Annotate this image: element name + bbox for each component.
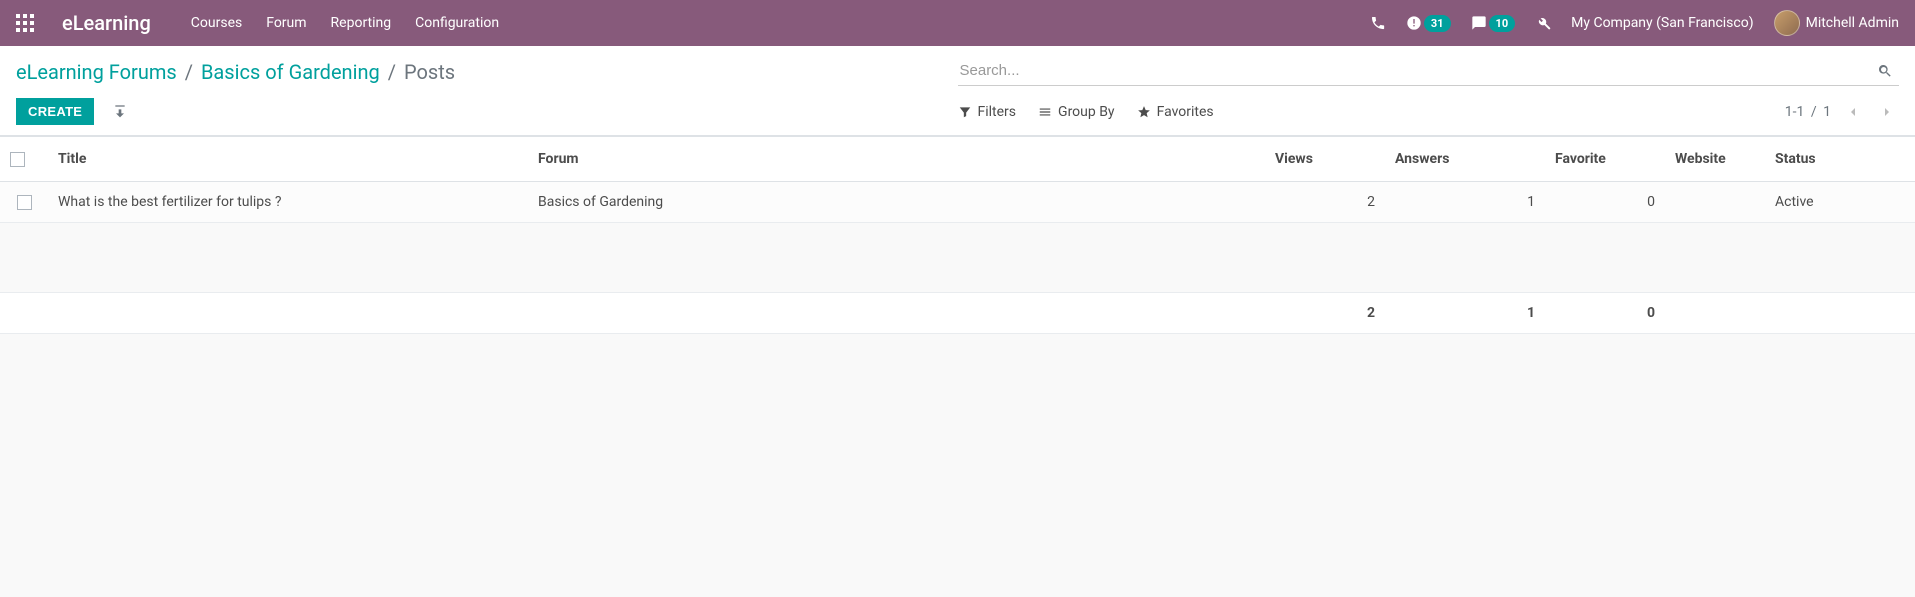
breadcrumb-forums[interactable]: eLearning Forums [16,60,177,84]
list-icon [1038,104,1052,120]
table-totals-row: 2 1 0 [0,293,1915,334]
col-header-favorite[interactable]: Favorite [1545,137,1665,182]
pager-range[interactable]: 1-1 / 1 [1785,104,1831,120]
search-wrap [958,58,1900,86]
posts-table: Title Forum Views Answers Favorite Websi… [0,136,1915,334]
cell-title[interactable]: What is the best fertilizer for tulips ? [48,182,528,223]
groupby-button[interactable]: Group By [1038,104,1115,120]
total-favorite: 0 [1545,293,1665,334]
col-header-answers[interactable]: Answers [1385,137,1545,182]
cell-answers[interactable]: 1 [1385,182,1545,223]
col-header-website[interactable]: Website [1665,137,1765,182]
main-menu: Courses Forum Reporting Configuration [191,15,499,31]
cell-favorite[interactable]: 0 [1545,182,1665,223]
select-all-checkbox[interactable] [10,152,25,167]
menu-reporting[interactable]: Reporting [331,15,392,31]
tools-icon[interactable] [1535,15,1551,31]
table-header-row: Title Forum Views Answers Favorite Websi… [0,137,1915,182]
col-header-status[interactable]: Status [1765,137,1915,182]
company-selector[interactable]: My Company (San Francisco) [1571,15,1753,31]
pager-next[interactable] [1875,101,1899,122]
col-header-checkbox [0,137,48,182]
activity-badge: 31 [1424,15,1451,32]
messages-icon[interactable]: 10 [1471,15,1516,32]
below-spacer [0,334,1915,454]
filters-button[interactable]: Filters [958,104,1017,120]
table-spacer [0,223,1915,293]
cell-forum[interactable]: Basics of Gardening [528,182,1265,223]
funnel-icon [958,104,972,120]
favorites-button[interactable]: Favorites [1137,104,1214,120]
row-checkbox-cell [0,182,48,223]
favorites-label: Favorites [1157,104,1214,120]
top-navbar: eLearning Courses Forum Reporting Config… [0,0,1915,46]
navbar-right: 31 10 My Company (San Francisco) Mitchel… [1370,10,1899,36]
pager: 1-1 / 1 [1785,101,1899,122]
search-icon[interactable] [1871,58,1899,82]
pager-sep: / [1811,104,1817,120]
activity-icon[interactable]: 31 [1406,15,1451,32]
app-name[interactable]: eLearning [62,11,151,35]
cell-website[interactable] [1665,182,1765,223]
breadcrumb: eLearning Forums / Basics of Gardening /… [16,60,455,84]
control-panel: eLearning Forums / Basics of Gardening /… [0,46,1915,136]
breadcrumb-basics[interactable]: Basics of Gardening [201,60,380,84]
phone-icon[interactable] [1370,15,1386,31]
total-views: 2 [1265,293,1385,334]
user-menu[interactable]: Mitchell Admin [1774,10,1899,36]
company-name: My Company (San Francisco) [1571,15,1753,31]
pager-range-text: 1-1 [1785,104,1805,120]
breadcrumb-sep: / [388,60,396,84]
import-button[interactable] [106,102,134,121]
avatar [1774,10,1800,36]
groupby-label: Group By [1058,104,1115,120]
pager-total: 1 [1823,104,1831,120]
cell-views[interactable]: 2 [1265,182,1385,223]
menu-configuration[interactable]: Configuration [415,15,499,31]
col-header-views[interactable]: Views [1265,137,1385,182]
menu-courses[interactable]: Courses [191,15,242,31]
col-header-forum[interactable]: Forum [528,137,1265,182]
table-row[interactable]: What is the best fertilizer for tulips ?… [0,182,1915,223]
breadcrumb-current: Posts [404,60,455,84]
star-icon [1137,104,1151,120]
cell-status[interactable]: Active [1765,182,1915,223]
col-header-title[interactable]: Title [48,137,528,182]
filter-bar: Filters Group By Favorites 1-1 / 1 [958,101,1900,122]
row-checkbox[interactable] [17,195,32,210]
user-name: Mitchell Admin [1806,15,1899,31]
download-icon [112,103,128,119]
total-answers: 1 [1385,293,1545,334]
filters-label: Filters [978,104,1017,120]
apps-menu-icon[interactable] [16,14,34,32]
menu-forum[interactable]: Forum [266,15,306,31]
search-input[interactable] [958,58,1872,83]
breadcrumb-sep: / [185,60,193,84]
create-button[interactable]: CREATE [16,98,94,125]
pager-prev[interactable] [1841,101,1865,122]
messages-badge: 10 [1489,15,1516,32]
